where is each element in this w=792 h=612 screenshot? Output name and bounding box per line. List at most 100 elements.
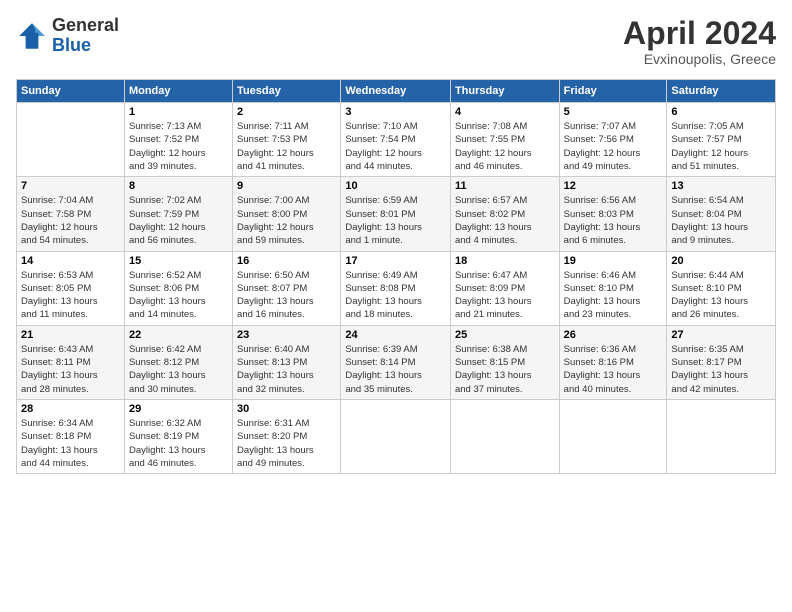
day-cell: 13 Sunrise: 6:54 AM Sunset: 8:04 PM Dayli… bbox=[667, 177, 776, 251]
day-info: Sunrise: 6:53 AM Sunset: 8:05 PM Dayligh… bbox=[21, 269, 120, 322]
day-cell: 8 Sunrise: 7:02 AM Sunset: 7:59 PM Daylig… bbox=[124, 177, 232, 251]
day-info: Sunrise: 7:02 AM Sunset: 7:59 PM Dayligh… bbox=[129, 194, 228, 247]
day-number: 17 bbox=[345, 255, 446, 267]
day-info: Sunrise: 6:44 AM Sunset: 8:10 PM Dayligh… bbox=[671, 269, 771, 322]
day-number: 9 bbox=[237, 180, 336, 192]
logo-general-text: General bbox=[52, 16, 119, 36]
day-cell: 23 Sunrise: 6:40 AM Sunset: 8:13 PM Dayli… bbox=[233, 325, 341, 399]
day-info: Sunrise: 6:38 AM Sunset: 8:15 PM Dayligh… bbox=[455, 343, 555, 396]
day-number: 3 bbox=[345, 106, 446, 118]
day-cell: 20 Sunrise: 6:44 AM Sunset: 8:10 PM Dayli… bbox=[667, 251, 776, 325]
week-row-4: 21 Sunrise: 6:43 AM Sunset: 8:11 PM Dayli… bbox=[17, 325, 776, 399]
day-number: 2 bbox=[237, 106, 336, 118]
day-number: 19 bbox=[564, 255, 663, 267]
month-title: April 2024 bbox=[623, 16, 776, 51]
day-info: Sunrise: 6:59 AM Sunset: 8:01 PM Dayligh… bbox=[345, 194, 446, 247]
day-number: 11 bbox=[455, 180, 555, 192]
day-info: Sunrise: 7:04 AM Sunset: 7:58 PM Dayligh… bbox=[21, 194, 120, 247]
day-info: Sunrise: 6:32 AM Sunset: 8:19 PM Dayligh… bbox=[129, 417, 228, 470]
header-row: Sunday Monday Tuesday Wednesday Thursday… bbox=[17, 80, 776, 103]
col-saturday: Saturday bbox=[667, 80, 776, 103]
day-number: 5 bbox=[564, 106, 663, 118]
col-monday: Monday bbox=[124, 80, 232, 103]
day-number: 18 bbox=[455, 255, 555, 267]
day-info: Sunrise: 7:07 AM Sunset: 7:56 PM Dayligh… bbox=[564, 120, 663, 173]
day-cell: 2 Sunrise: 7:11 AM Sunset: 7:53 PM Daylig… bbox=[233, 103, 341, 177]
title-block: April 2024 Evxinoupolis, Greece bbox=[623, 16, 776, 67]
day-cell bbox=[450, 399, 559, 473]
day-number: 14 bbox=[21, 255, 120, 267]
day-info: Sunrise: 6:50 AM Sunset: 8:07 PM Dayligh… bbox=[237, 269, 336, 322]
day-cell: 27Sunrise: 6:35 AM Sunset: 8:17 PM Dayli… bbox=[667, 325, 776, 399]
day-info: Sunrise: 6:31 AM Sunset: 8:20 PM Dayligh… bbox=[237, 417, 336, 470]
day-cell: 18Sunrise: 6:47 AM Sunset: 8:09 PM Dayli… bbox=[450, 251, 559, 325]
calendar-body: 1Sunrise: 7:13 AM Sunset: 7:52 PM Daylig… bbox=[17, 103, 776, 474]
col-sunday: Sunday bbox=[17, 80, 125, 103]
day-number: 21 bbox=[21, 329, 120, 341]
day-cell: 9 Sunrise: 7:00 AM Sunset: 8:00 PM Daylig… bbox=[233, 177, 341, 251]
day-cell: 16Sunrise: 6:50 AM Sunset: 8:07 PM Dayli… bbox=[233, 251, 341, 325]
day-info: Sunrise: 7:13 AM Sunset: 7:52 PM Dayligh… bbox=[129, 120, 228, 173]
col-thursday: Thursday bbox=[450, 80, 559, 103]
day-info: Sunrise: 7:00 AM Sunset: 8:00 PM Dayligh… bbox=[237, 194, 336, 247]
day-cell bbox=[559, 399, 667, 473]
day-cell: 17 Sunrise: 6:49 AM Sunset: 8:08 PM Dayli… bbox=[341, 251, 451, 325]
day-number: 30 bbox=[237, 403, 336, 415]
day-info: Sunrise: 6:39 AM Sunset: 8:14 PM Dayligh… bbox=[345, 343, 446, 396]
day-number: 20 bbox=[671, 255, 771, 267]
day-number: 6 bbox=[671, 106, 771, 118]
day-info: Sunrise: 6:42 AM Sunset: 8:12 PM Dayligh… bbox=[129, 343, 228, 396]
day-cell: 7 Sunrise: 7:04 AM Sunset: 7:58 PM Daylig… bbox=[17, 177, 125, 251]
day-number: 4 bbox=[455, 106, 555, 118]
day-info: Sunrise: 6:49 AM Sunset: 8:08 PM Dayligh… bbox=[345, 269, 446, 322]
day-cell: 4 Sunrise: 7:08 AM Sunset: 7:55 PM Daylig… bbox=[450, 103, 559, 177]
day-number: 28 bbox=[21, 403, 120, 415]
logo-icon bbox=[16, 20, 48, 52]
day-info: Sunrise: 6:36 AM Sunset: 8:16 PM Dayligh… bbox=[564, 343, 663, 396]
day-number: 8 bbox=[129, 180, 228, 192]
day-cell: 3 Sunrise: 7:10 AM Sunset: 7:54 PM Daylig… bbox=[341, 103, 451, 177]
day-info: Sunrise: 6:35 AM Sunset: 8:17 PM Dayligh… bbox=[671, 343, 771, 396]
day-number: 10 bbox=[345, 180, 446, 192]
day-number: 13 bbox=[671, 180, 771, 192]
week-row-5: 28 Sunrise: 6:34 AM Sunset: 8:18 PM Dayli… bbox=[17, 399, 776, 473]
day-cell: 12 Sunrise: 6:56 AM Sunset: 8:03 PM Dayli… bbox=[559, 177, 667, 251]
day-cell: 21 Sunrise: 6:43 AM Sunset: 8:11 PM Dayli… bbox=[17, 325, 125, 399]
week-row-3: 14 Sunrise: 6:53 AM Sunset: 8:05 PM Dayli… bbox=[17, 251, 776, 325]
day-info: Sunrise: 7:11 AM Sunset: 7:53 PM Dayligh… bbox=[237, 120, 336, 173]
day-number: 25 bbox=[455, 329, 555, 341]
header: General Blue April 2024 Evxinoupolis, Gr… bbox=[16, 16, 776, 67]
day-info: Sunrise: 6:54 AM Sunset: 8:04 PM Dayligh… bbox=[671, 194, 771, 247]
day-cell: 1Sunrise: 7:13 AM Sunset: 7:52 PM Daylig… bbox=[124, 103, 232, 177]
day-number: 23 bbox=[237, 329, 336, 341]
day-number: 29 bbox=[129, 403, 228, 415]
day-cell bbox=[341, 399, 451, 473]
col-tuesday: Tuesday bbox=[233, 80, 341, 103]
col-wednesday: Wednesday bbox=[341, 80, 451, 103]
week-row-1: 1Sunrise: 7:13 AM Sunset: 7:52 PM Daylig… bbox=[17, 103, 776, 177]
calendar-table: Sunday Monday Tuesday Wednesday Thursday… bbox=[16, 79, 776, 474]
day-cell: 15Sunrise: 6:52 AM Sunset: 8:06 PM Dayli… bbox=[124, 251, 232, 325]
day-info: Sunrise: 6:40 AM Sunset: 8:13 PM Dayligh… bbox=[237, 343, 336, 396]
day-number: 24 bbox=[345, 329, 446, 341]
day-info: Sunrise: 6:56 AM Sunset: 8:03 PM Dayligh… bbox=[564, 194, 663, 247]
day-info: Sunrise: 7:08 AM Sunset: 7:55 PM Dayligh… bbox=[455, 120, 555, 173]
day-cell bbox=[17, 103, 125, 177]
day-info: Sunrise: 6:34 AM Sunset: 8:18 PM Dayligh… bbox=[21, 417, 120, 470]
day-info: Sunrise: 6:46 AM Sunset: 8:10 PM Dayligh… bbox=[564, 269, 663, 322]
day-number: 15 bbox=[129, 255, 228, 267]
day-info: Sunrise: 6:43 AM Sunset: 8:11 PM Dayligh… bbox=[21, 343, 120, 396]
day-number: 22 bbox=[129, 329, 228, 341]
day-info: Sunrise: 7:05 AM Sunset: 7:57 PM Dayligh… bbox=[671, 120, 771, 173]
day-cell: 10 Sunrise: 6:59 AM Sunset: 8:01 PM Dayli… bbox=[341, 177, 451, 251]
day-number: 26 bbox=[564, 329, 663, 341]
day-cell: 5 Sunrise: 7:07 AM Sunset: 7:56 PM Daylig… bbox=[559, 103, 667, 177]
location: Evxinoupolis, Greece bbox=[623, 51, 776, 67]
day-number: 12 bbox=[564, 180, 663, 192]
day-number: 7 bbox=[21, 180, 120, 192]
day-info: Sunrise: 7:10 AM Sunset: 7:54 PM Dayligh… bbox=[345, 120, 446, 173]
day-cell: 29 Sunrise: 6:32 AM Sunset: 8:19 PM Dayli… bbox=[124, 399, 232, 473]
logo-text: General Blue bbox=[52, 16, 119, 56]
day-cell: 19 Sunrise: 6:46 AM Sunset: 8:10 PM Dayli… bbox=[559, 251, 667, 325]
week-row-2: 7 Sunrise: 7:04 AM Sunset: 7:58 PM Daylig… bbox=[17, 177, 776, 251]
